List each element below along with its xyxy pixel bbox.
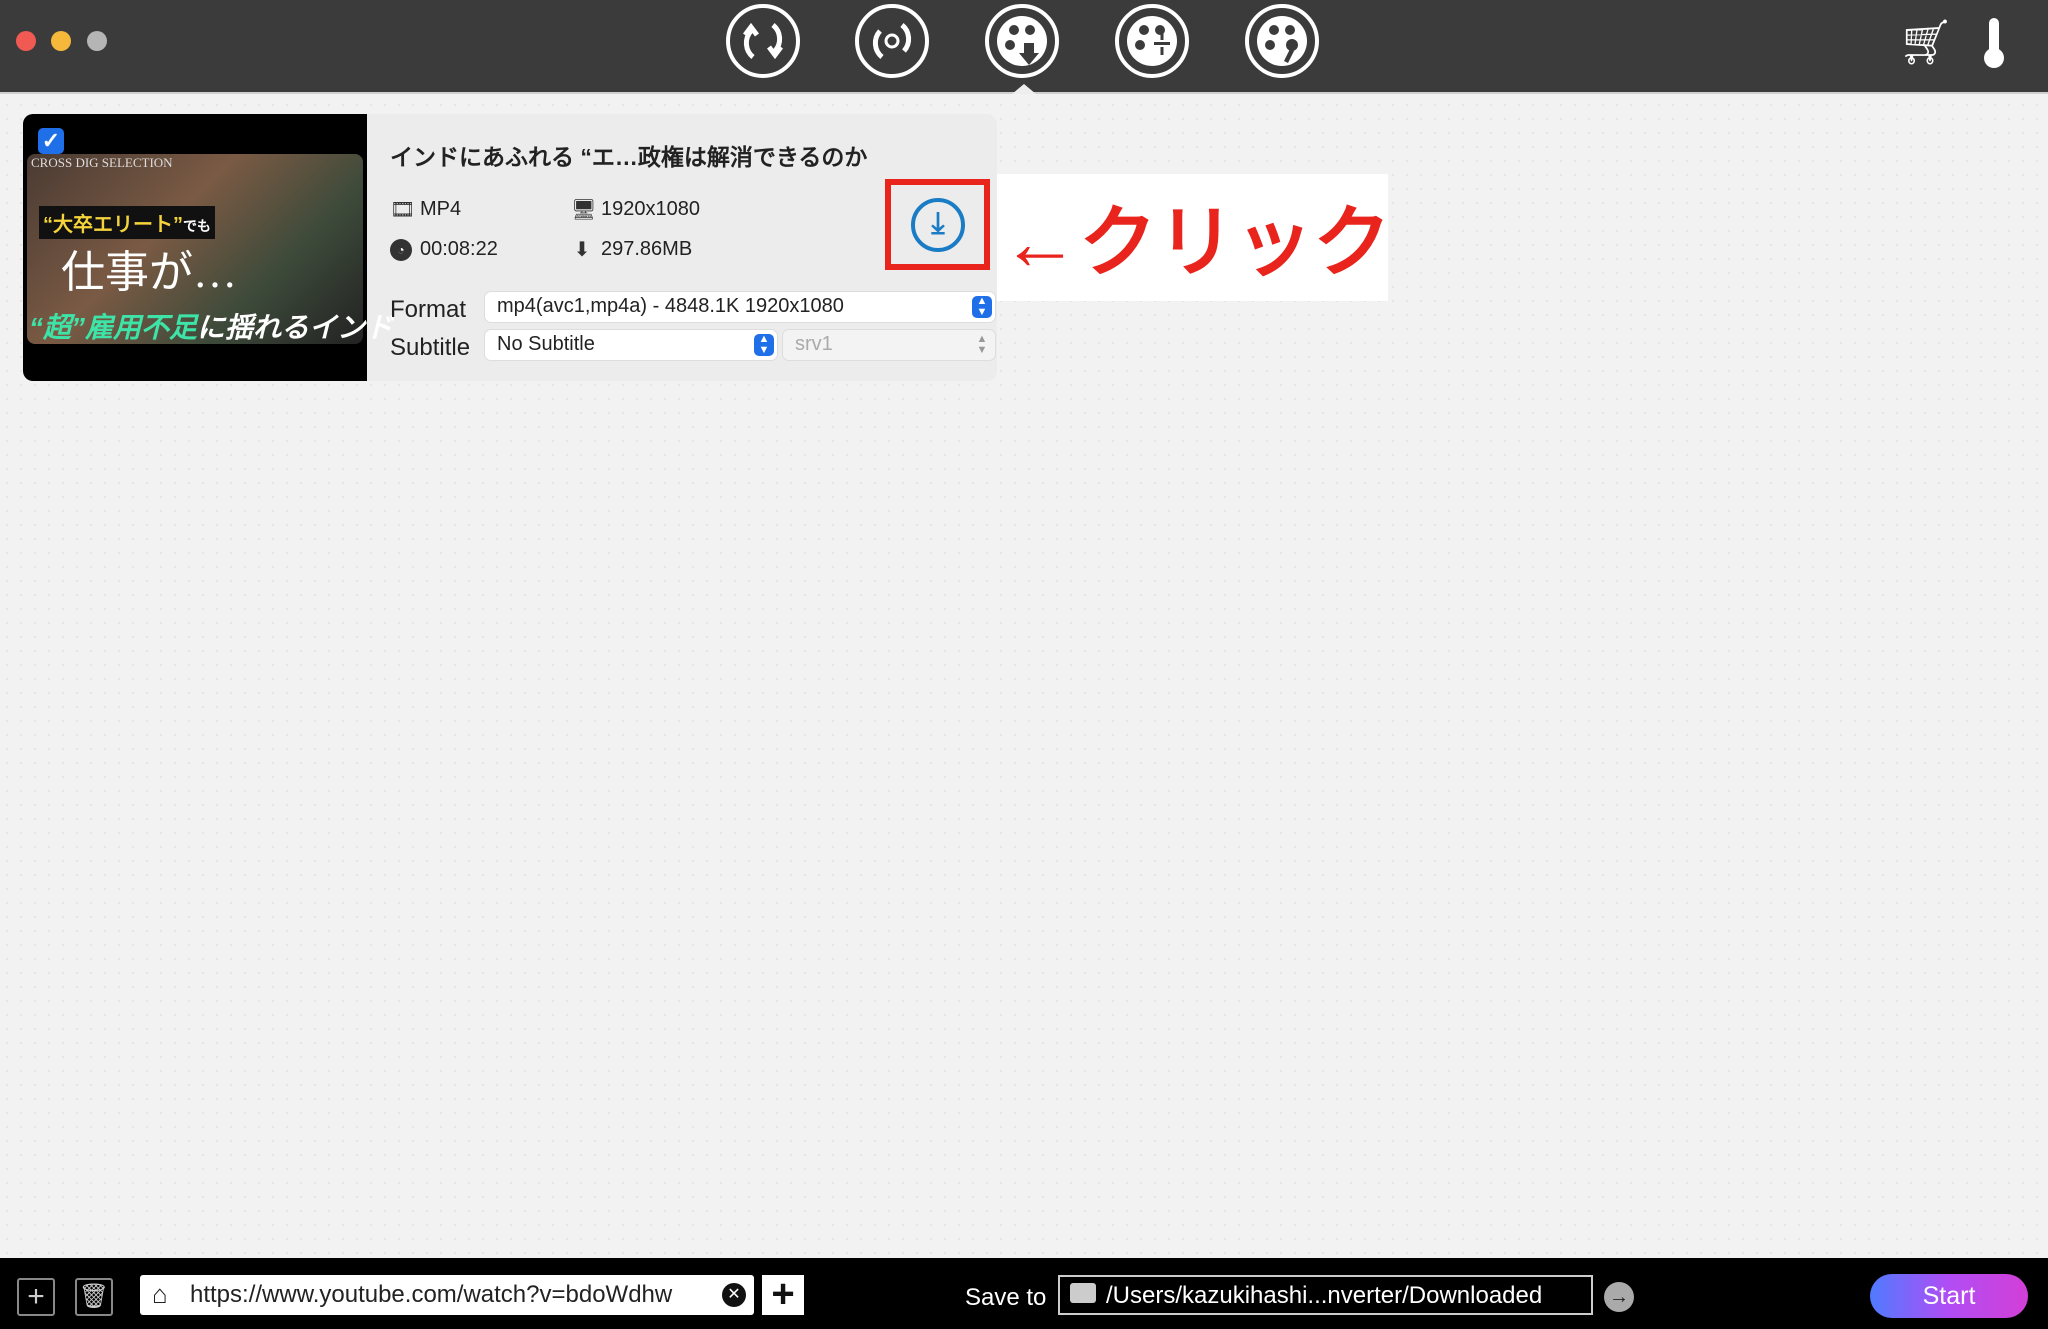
download-button[interactable]: ⤓	[911, 198, 965, 252]
thumbnail-brand: CROSS DIG SELECTION	[31, 155, 173, 170]
zoom-window-button[interactable]	[87, 31, 107, 51]
video-thumbnail: CROSS DIG SELECTION “大卒エリート”でも 仕事が… “超”雇…	[23, 114, 393, 381]
thumbnail-headline: 仕事が…	[61, 248, 237, 297]
format-label: Format	[390, 296, 467, 323]
minimize-window-button[interactable]	[51, 31, 71, 51]
cart-icon[interactable]: 🛒︎	[1898, 16, 1954, 68]
active-tab-indicator	[1012, 84, 1036, 94]
film-icon: 🎞︎	[390, 198, 416, 221]
convert-icon[interactable]	[726, 4, 800, 78]
thumbnail-caption: “超”雇用不足に揺れるインド	[29, 312, 394, 343]
format-select[interactable]: mp4(avc1,mp4a) - 4848.1K 1920x1080 ▲ ▼	[485, 292, 995, 322]
rotate-convert-icon[interactable]	[855, 4, 929, 78]
subtitle-select[interactable]: No Subtitle ▲ ▼	[485, 330, 777, 360]
video-repair-icon[interactable]	[1245, 4, 1319, 78]
clock-icon: ◔	[390, 238, 412, 261]
trash-icon[interactable]: 🗑︎	[75, 1278, 113, 1316]
close-window-button[interactable]	[16, 31, 36, 51]
video-title: インドにあふれる “エ…政権は解消できるのか	[390, 144, 868, 170]
select-arrows-icon: ▲ ▼	[972, 296, 992, 318]
clear-url-icon[interactable]: ✕	[722, 1283, 746, 1307]
save-to-label: Save to	[965, 1284, 1047, 1311]
start-button[interactable]: Start	[1870, 1274, 2028, 1318]
item-checkbox[interactable]: ✓	[38, 128, 64, 154]
download-size-icon: ⬇	[573, 238, 591, 261]
select-arrows-icon: ▲ ▼	[976, 333, 988, 356]
thermometer-icon[interactable]	[1984, 18, 2004, 68]
monitor-icon: 🖥︎	[571, 198, 597, 221]
toolbar: 🛒︎	[0, 0, 2048, 94]
add-url-button[interactable]: +	[762, 1274, 804, 1315]
add-icon[interactable]: +	[17, 1278, 55, 1316]
subtitle-track-select[interactable]: srv1 ▲ ▼	[783, 330, 995, 360]
url-input[interactable]: ⌂ https://www.youtube.com/watch?v=bdoWdh…	[140, 1275, 754, 1315]
home-icon: ⌂	[152, 1279, 168, 1309]
duration-info: ◔ 00:08:22	[390, 238, 498, 261]
open-folder-icon[interactable]: →	[1604, 1282, 1634, 1312]
video-compress-icon[interactable]	[1115, 4, 1189, 78]
folder-icon	[1070, 1283, 1096, 1303]
select-arrows-icon: ▲ ▼	[754, 334, 774, 356]
video-download-icon[interactable]	[985, 4, 1059, 78]
click-annotation: ←クリック	[997, 174, 1391, 301]
resolution-info: 🖥︎ 1920x1080	[571, 198, 700, 221]
thumbnail-tag: “大卒エリート”でも	[39, 206, 215, 239]
container-info: 🎞︎ MP4	[390, 198, 462, 221]
video-item-card: CROSS DIG SELECTION “大卒エリート”でも 仕事が… “超”雇…	[23, 114, 997, 381]
size-info: ⬇ 297.86MB	[571, 238, 693, 261]
highlight-box: ⤓	[885, 179, 990, 270]
bottom-bar: + 🗑︎ ⌂ https://www.youtube.com/watch?v=b…	[0, 1258, 2048, 1329]
subtitle-label: Subtitle	[390, 334, 471, 361]
save-path-field[interactable]: /Users/kazukihashi...nverter/Downloaded	[1058, 1275, 1593, 1315]
